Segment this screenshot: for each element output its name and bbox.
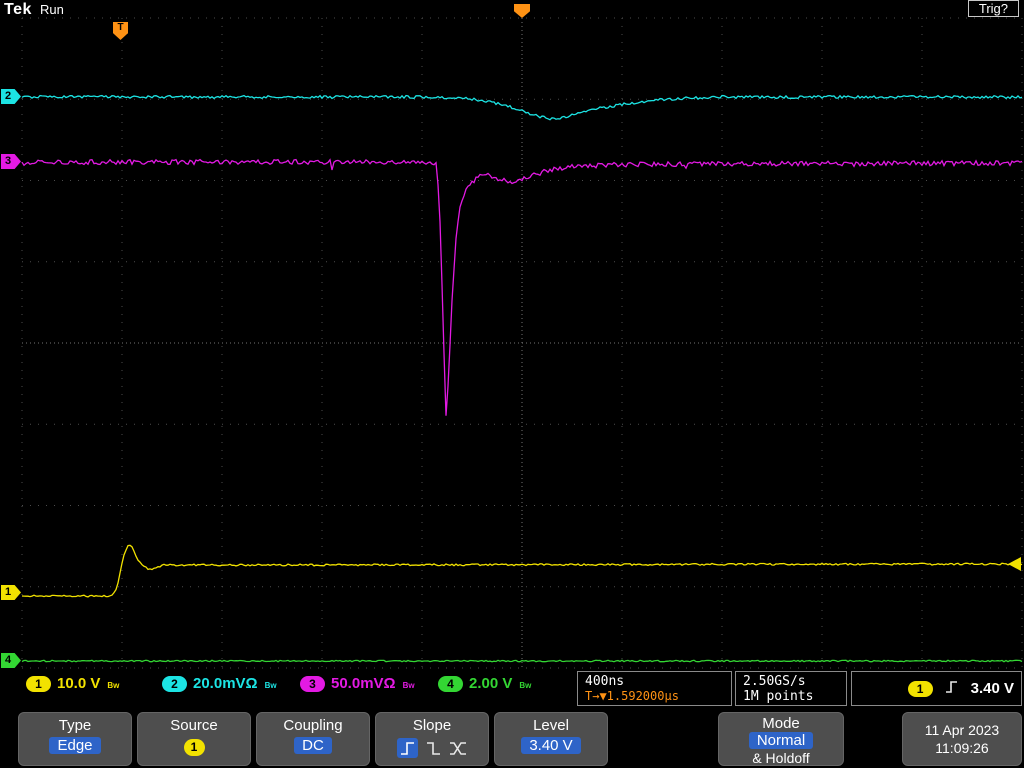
trigger-source-badge: 1 <box>907 680 933 697</box>
type-value: Edge <box>49 737 101 754</box>
mode-button[interactable]: Mode Normal & Holdoff <box>718 712 844 766</box>
slope-label: Slope <box>412 717 452 734</box>
source-button[interactable]: Source 1 <box>137 712 251 766</box>
ch4-bandwidth-icon: Bw <box>519 681 532 690</box>
level-label: Level <box>533 717 569 734</box>
time-readout: 11:09:26 <box>935 740 989 756</box>
delay-readout: T→▼1.592000µs <box>585 689 679 703</box>
scope-display <box>21 17 1023 669</box>
mode-label: Mode <box>762 715 800 732</box>
rising-edge-icon <box>945 679 959 699</box>
record-length-readout: 1M points <box>743 688 814 704</box>
ch2-scale: 20.0mVΩ <box>193 675 258 692</box>
ch2-readout: 2 20.0mVΩ Bw <box>162 675 277 692</box>
source-label: Source <box>170 717 218 734</box>
datetime-box: 11 Apr 2023 11:09:26 <box>902 712 1022 766</box>
trigger-status-badge: Trig? <box>967 0 1019 17</box>
slope-button[interactable]: Slope <box>375 712 489 766</box>
ch3-scale: 50.0mVΩ <box>331 675 396 692</box>
ch4-readout: 4 2.00 V Bw <box>438 675 531 692</box>
timebase-box: 400ns T→▼1.592000µs <box>577 671 732 706</box>
mode-value: Normal <box>748 732 814 749</box>
ch2-badge: 2 <box>162 675 187 692</box>
coupling-value: DC <box>294 737 332 754</box>
coupling-label: Coupling <box>283 717 343 734</box>
ch1-scale: 10.0 V <box>57 675 101 692</box>
mode-value-extra: & Holdoff <box>752 750 810 766</box>
ch3-bandwidth-icon: Bw <box>402 681 415 690</box>
ch3-readout: 3 50.0mVΩ Bw <box>300 675 415 692</box>
trigger-readout-box: 1 3.40 V <box>851 671 1022 706</box>
ch3-badge: 3 <box>300 675 325 692</box>
ch1-readout: 1 10.0 V Bw <box>26 675 119 692</box>
ch2-bandwidth-icon: Bw <box>264 681 277 690</box>
ch1-bandwidth-icon: Bw <box>107 681 120 690</box>
slope-rising-option[interactable] <box>397 738 418 758</box>
slope-falling-option[interactable] <box>425 739 442 757</box>
source-value-badge: 1 <box>183 739 205 756</box>
type-button[interactable]: Type Edge <box>18 712 132 766</box>
acquisition-box: 2.50GS/s 1M points <box>735 671 847 706</box>
trigger-level-readout: 3.40 V <box>970 680 1014 697</box>
type-label: Type <box>58 717 92 734</box>
ch4-scale: 2.00 V <box>469 675 513 692</box>
timebase-readout: 400ns <box>585 674 625 689</box>
tek-logo: Tek <box>4 1 32 18</box>
level-value: 3.40 V <box>521 737 581 754</box>
ch1-badge: 1 <box>26 675 51 692</box>
date-readout: 11 Apr 2023 <box>924 722 1000 738</box>
ch4-badge: 4 <box>438 675 463 692</box>
level-button[interactable]: Level 3.40 V <box>494 712 608 766</box>
acquisition-status: Run <box>40 2 64 17</box>
slope-either-option[interactable] <box>449 739 467 757</box>
coupling-button[interactable]: Coupling DC <box>256 712 370 766</box>
sample-rate-readout: 2.50GS/s <box>743 673 806 689</box>
